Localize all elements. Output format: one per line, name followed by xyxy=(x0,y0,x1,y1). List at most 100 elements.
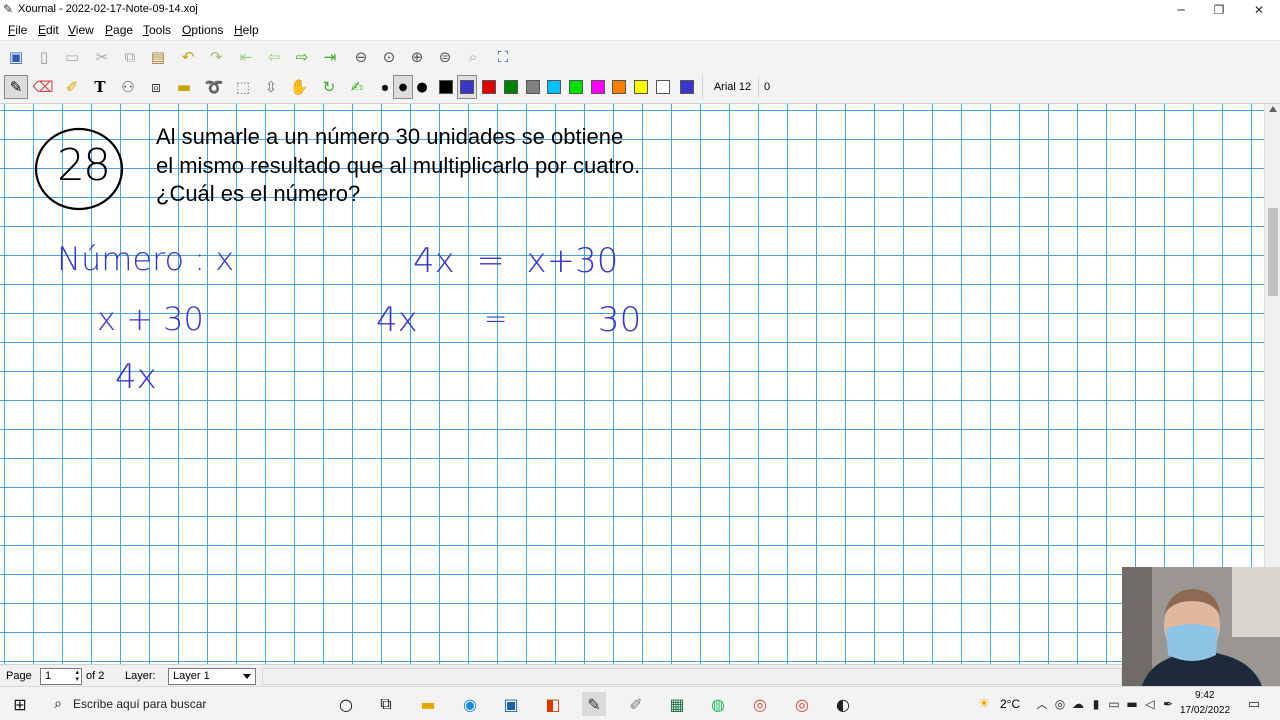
zoom-page-width-icon[interactable]: ⊜ xyxy=(433,45,457,69)
chrome-profile-icon[interactable]: ◎ xyxy=(790,692,814,716)
zoom-normal-icon[interactable]: ⊙ xyxy=(377,45,401,69)
xournal-taskbar-icon[interactable]: ✎ xyxy=(582,692,606,716)
obs-icon[interactable]: ◐ xyxy=(831,692,855,716)
image-tool-icon[interactable]: ⚇ xyxy=(116,75,140,99)
hand-tool-icon[interactable]: ✋ xyxy=(287,75,311,99)
fullscreen-icon[interactable]: ⛶ xyxy=(491,45,515,69)
color-red[interactable] xyxy=(482,80,496,94)
redo-icon[interactable]: ↷ xyxy=(204,45,228,69)
file-explorer-icon[interactable]: ▬ xyxy=(416,692,440,716)
custom-color[interactable] xyxy=(680,80,694,94)
pen-tool-icon[interactable]: ✎ xyxy=(4,75,28,99)
highlighter-icon[interactable]: ✐ xyxy=(60,75,84,99)
paste-icon[interactable]: ▤ xyxy=(146,45,170,69)
menu-help[interactable]: Help xyxy=(234,23,259,37)
last-page-icon[interactable]: ⇥ xyxy=(318,45,342,69)
color-black[interactable] xyxy=(439,80,453,94)
minimize-button[interactable]: ─ xyxy=(1162,0,1200,20)
color-light-blue[interactable] xyxy=(547,80,561,94)
zoom-out-icon[interactable]: ⊖ xyxy=(349,45,373,69)
edge-browser-icon[interactable]: ◉ xyxy=(458,692,482,716)
webcam-person-image xyxy=(1122,567,1280,686)
save-icon[interactable]: ▣ xyxy=(4,45,28,69)
new-document-icon[interactable]: ▯ xyxy=(32,45,56,69)
layer-select-value: Layer 1 xyxy=(173,670,210,682)
layer-select[interactable]: Layer 1 xyxy=(168,668,256,685)
problem-line: Al sumarle a un número 30 unidades se ob… xyxy=(156,124,624,149)
close-button[interactable]: ✕ xyxy=(1240,0,1278,20)
weather-icon[interactable]: ☀ xyxy=(972,692,996,716)
page-spinner-icon[interactable]: ▴ ▾ xyxy=(75,669,79,683)
color-magenta[interactable] xyxy=(591,80,605,94)
problem-line: ¿Cuál es el número? xyxy=(156,181,361,206)
status-message-area xyxy=(262,668,1122,685)
first-page-icon[interactable]: ⇤ xyxy=(234,45,258,69)
color-light-green[interactable] xyxy=(569,80,583,94)
equation-line-1: 4x = x+30 xyxy=(413,241,619,281)
cortana-icon[interactable]: ○ xyxy=(334,692,358,716)
store-icon[interactable]: ▣ xyxy=(499,692,523,716)
color-white[interactable] xyxy=(656,80,670,94)
font-button[interactable]: Arial 12 xyxy=(707,77,759,97)
equation-line-2-equals: = xyxy=(484,302,508,335)
windows-start-icon[interactable]: ⊞ xyxy=(8,692,32,716)
copy-icon[interactable]: ⧉ xyxy=(118,45,142,69)
page-number-input[interactable]: 1 ▴ ▾ xyxy=(40,668,82,685)
cut-icon[interactable]: ✂ xyxy=(90,45,114,69)
main-toolbar: ▣ ▯ ▭ ✂ ⧉ ▤ ↶ ↷ ⇤ ⇦ ⇨ ⇥ ⊖ ⊙ ⊕ ⊜ ⌕ ⛶ xyxy=(0,40,1280,71)
vertical-space-icon[interactable]: ⇳ xyxy=(259,75,283,99)
next-page-icon[interactable]: ⇨ xyxy=(290,45,314,69)
windows-taskbar: ⊞ ⌕ Escribe aquí para buscar ○ ⧉ ▬ ◉ ▣ ◧… xyxy=(0,686,1280,720)
note-canvas[interactable]: 28 Al sumarle a un número 30 unidades se… xyxy=(0,104,1264,664)
xournal-app-icon: ✎ xyxy=(3,2,14,16)
medium-dot-icon[interactable]: ● xyxy=(393,75,413,99)
menu-file[interactable]: File xyxy=(8,23,27,37)
color-blue[interactable] xyxy=(460,80,474,94)
scroll-thumb[interactable] xyxy=(1268,208,1278,296)
toolbar-separator xyxy=(702,75,703,99)
undo-icon[interactable]: ↶ xyxy=(176,45,200,69)
menu-page[interactable]: Page xyxy=(105,23,133,37)
clock-time[interactable]: 9:42 xyxy=(1195,690,1214,701)
pen-app-icon[interactable]: ✐ xyxy=(624,692,648,716)
font-size-value[interactable]: 0 xyxy=(760,77,774,97)
zoom-in-icon[interactable]: ⊕ xyxy=(405,45,429,69)
problem-line: el mismo resultado que al multiplicarlo … xyxy=(156,152,641,178)
menu-tools[interactable]: Tools xyxy=(143,23,171,37)
office-icon[interactable]: ◧ xyxy=(541,692,565,716)
status-bar: Page 1 ▴ ▾ of 2 Layer: Layer 1 xyxy=(0,664,1280,686)
default-tools-icon[interactable]: ↻ xyxy=(317,75,341,99)
default-pen-icon[interactable]: ✍ xyxy=(345,75,369,99)
rect-select-icon[interactable]: ⬚ xyxy=(231,75,255,99)
shape-recognizer-icon[interactable]: ⧈ xyxy=(144,75,168,99)
text-tool-icon[interactable]: T xyxy=(88,75,112,99)
expression-x-plus-30: x + 30 xyxy=(97,300,204,338)
excel-icon[interactable]: ▦ xyxy=(665,692,689,716)
menu-view[interactable]: View xyxy=(68,23,94,37)
eraser-icon[interactable]: ⌫ xyxy=(31,75,55,99)
color-green[interactable] xyxy=(504,80,518,94)
spotify-icon[interactable]: ◍ xyxy=(706,692,730,716)
chrome-icon[interactable]: ◎ xyxy=(748,692,772,716)
pen-workspace-icon[interactable]: ✒ xyxy=(1156,692,1180,716)
page-label: Page xyxy=(6,670,32,682)
color-gray[interactable] xyxy=(526,80,540,94)
task-view-icon[interactable]: ⧉ xyxy=(374,692,398,716)
scroll-up-arrow-icon[interactable] xyxy=(1269,106,1277,112)
menu-edit[interactable]: Edit xyxy=(38,23,59,37)
color-orange[interactable] xyxy=(612,80,626,94)
menu-options[interactable]: Options xyxy=(182,23,223,37)
maximize-button[interactable]: ❐ xyxy=(1200,0,1238,20)
clock-date[interactable]: 17/02/2022 xyxy=(1180,705,1230,716)
zoom-set-icon[interactable]: ⌕ xyxy=(461,45,485,69)
open-folder-icon[interactable]: ▭ xyxy=(60,45,84,69)
thick-dot-icon[interactable]: ● xyxy=(412,75,432,99)
taskbar-search-input[interactable]: Escribe aquí para buscar xyxy=(73,697,206,711)
search-icon[interactable]: ⌕ xyxy=(46,692,70,716)
weather-temperature[interactable]: 2°C xyxy=(1000,697,1020,711)
lasso-select-icon[interactable]: ➰ xyxy=(202,75,226,99)
color-yellow[interactable] xyxy=(634,80,648,94)
previous-page-icon[interactable]: ⇦ xyxy=(262,45,286,69)
notifications-icon[interactable]: ▭ xyxy=(1242,692,1266,716)
ruler-icon[interactable]: ▬ xyxy=(172,75,196,99)
